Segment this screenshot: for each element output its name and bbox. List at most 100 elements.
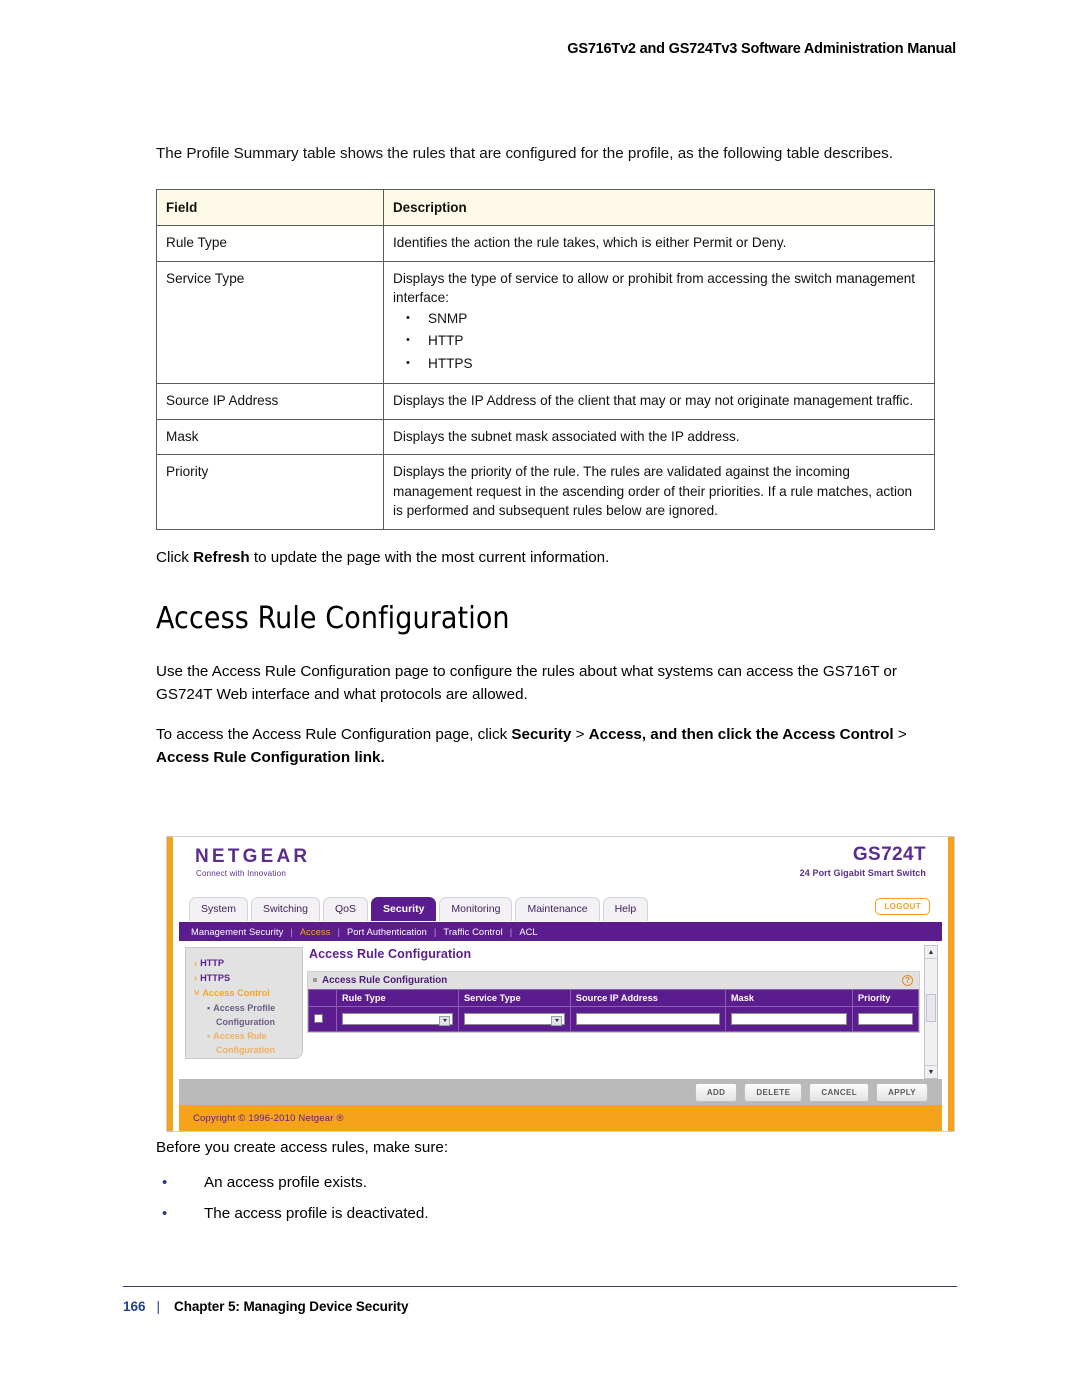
sidebar-label-https: HTTPS	[200, 973, 231, 983]
netgear-logo: NETGEAR	[195, 846, 311, 867]
cell-row-checkbox	[308, 1006, 337, 1032]
grid-header-source-ip: Source IP Address	[569, 989, 726, 1007]
table-header-row: Field Description	[156, 188, 935, 226]
table-row: Rule Type Identifies the action the rule…	[156, 225, 935, 262]
refresh-note: Click Refresh to update the page with th…	[156, 547, 956, 570]
grid-header-service-type: Service Type	[457, 989, 571, 1007]
priority-input[interactable]	[857, 1013, 913, 1025]
sidebar-label-access-control: Access Control	[202, 988, 270, 998]
list-item: The access profile is deactivated.	[156, 1198, 956, 1229]
refresh-bold: Refresh	[193, 548, 250, 566]
sidebar-item-access-profile-configuration[interactable]: ▪ Access Profile	[207, 1001, 302, 1015]
tab-security[interactable]: Security	[370, 897, 437, 921]
cell-field: Source IP Address	[156, 383, 384, 420]
screenshot-frame: NETGEAR Connect with Innovation GS724T 2…	[167, 837, 954, 1131]
prerequisite-lead: Before you create access rules, make sur…	[156, 1139, 449, 1156]
sidebar-item-http[interactable]: › HTTP	[194, 956, 302, 971]
cancel-button[interactable]: CANCEL	[809, 1082, 870, 1102]
vertical-scrollbar[interactable]: ▲ ▼	[924, 945, 938, 1079]
sidebar-sub-line2-rule[interactable]: Configuration	[216, 1043, 302, 1057]
tab-monitoring[interactable]: Monitoring	[439, 897, 513, 921]
cell-description: Displays the subnet mask associated with…	[383, 418, 935, 455]
content-page-title: Access Rule Configuration	[309, 947, 472, 961]
tab-system[interactable]: System	[189, 897, 249, 921]
tab-qos[interactable]: QoS	[322, 897, 368, 921]
device-model-subtitle: 24 Port Gigabit Smart Switch	[799, 868, 926, 878]
tab-help[interactable]: Help	[602, 897, 649, 921]
grid-header-rule-type: Rule Type	[335, 989, 459, 1007]
refresh-pre: Click	[156, 548, 194, 566]
table-body: Rule Type Identifies the action the rule…	[156, 225, 935, 530]
content-area: Access Rule Configuration Access Rule Co…	[307, 945, 920, 1081]
mask-input[interactable]	[730, 1013, 847, 1025]
tab-switching[interactable]: Switching	[251, 897, 320, 921]
cell-field: Rule Type	[156, 225, 384, 262]
tab-maintenance[interactable]: Maintenance	[515, 897, 600, 921]
refresh-post: to update the page with the most current…	[249, 548, 610, 566]
cell-field: Mask	[156, 418, 384, 455]
column-header-field: Field	[156, 188, 384, 226]
bullet-item: HTTPS	[393, 352, 925, 376]
chapter-title: Chapter 5: Managing Device Security	[174, 1299, 409, 1314]
help-icon[interactable]: ?	[902, 975, 913, 986]
subnav-separator: |	[337, 926, 340, 937]
column-header-description: Description	[383, 188, 935, 226]
footer-divider	[123, 1286, 957, 1287]
scroll-up-icon[interactable]: ▲	[925, 946, 937, 959]
app-banner: NETGEAR Connect with Innovation GS724T 2…	[179, 837, 942, 893]
service-type-select[interactable]	[463, 1013, 565, 1026]
grid-header-mask: Mask	[724, 989, 853, 1007]
brand-tagline: Connect with Innovation	[196, 869, 286, 878]
scroll-down-icon[interactable]: ▼	[925, 1065, 937, 1078]
sidebar-item-https[interactable]: › HTTPS	[194, 971, 302, 986]
cell-mask	[724, 1006, 853, 1032]
subnav-separator: |	[290, 926, 293, 937]
chevron-right-icon: ›	[194, 958, 198, 968]
apply-button[interactable]: APPLY	[876, 1082, 928, 1102]
row-select-checkbox[interactable]	[314, 1014, 323, 1024]
sidebar-label-http: HTTP	[200, 958, 225, 968]
sidebar-sub-line2-profile[interactable]: Configuration	[216, 1015, 302, 1029]
cell-description: Displays the priority of the rule. The r…	[383, 454, 935, 530]
subnav-access[interactable]: Access	[300, 927, 331, 937]
source-ip-input[interactable]	[575, 1013, 720, 1025]
running-header: GS716Tv2 and GS724Tv3 Software Administr…	[567, 41, 956, 57]
description-text: Displays the type of service to allow or…	[393, 270, 916, 306]
subnav-port-authentication[interactable]: Port Authentication	[347, 927, 427, 937]
nav-bold-security: Security	[511, 726, 572, 743]
netgear-ui-screenshot: NETGEAR Connect with Innovation GS724T 2…	[166, 836, 955, 1132]
grid-header-priority: Priority	[851, 989, 920, 1007]
sidebar-item-access-control[interactable]: ˅ Access Control	[194, 986, 302, 1001]
chevron-right-icon: ›	[194, 973, 198, 983]
nav-bold-link: Access Rule Configuration link.	[156, 749, 385, 766]
cell-priority	[851, 1006, 920, 1032]
sidebar-item-access-rule-configuration[interactable]: ▪ Access Rule	[207, 1029, 302, 1043]
delete-button[interactable]: DELETE	[744, 1082, 803, 1102]
subnav-acl[interactable]: ACL	[519, 927, 537, 937]
section-heading: Access Rule Configuration	[156, 601, 510, 636]
field-description-table: Field Description Rule Type Identifies t…	[156, 188, 935, 530]
cell-source-ip	[569, 1006, 726, 1032]
access-rule-panel: Access Rule Configuration ? Rule Type Se…	[307, 971, 920, 1033]
subnav-traffic-control[interactable]: Traffic Control	[443, 927, 502, 937]
drag-grip-icon	[313, 978, 317, 982]
page-number: 166	[123, 1299, 146, 1314]
secondary-nav-bar: Management Security | Access | Port Auth…	[179, 922, 942, 941]
cell-description: Displays the type of service to allow or…	[383, 260, 935, 384]
vertical-scroll-thumb[interactable]	[926, 994, 936, 1022]
chevron-down-icon: ˅	[194, 988, 200, 998]
body-column: The Profile Summary table shows the rule…	[156, 143, 956, 769]
nav-bold-access: Access, and then click the Access Contro…	[588, 726, 894, 743]
square-bullet-icon: ▪	[207, 1031, 211, 1041]
add-button[interactable]: ADD	[694, 1082, 738, 1102]
sidebar-sub-label-line1: Access Profile	[213, 1003, 276, 1013]
subnav-management-security[interactable]: Management Security	[191, 927, 283, 937]
bullet-item: SNMP	[393, 307, 925, 331]
rule-type-select[interactable]	[341, 1013, 453, 1026]
nav-gt-1: >	[571, 726, 589, 743]
cell-field: Service Type	[156, 260, 384, 384]
primary-tab-bar: System Switching QoS Security Monitoring…	[179, 893, 942, 922]
service-type-bullets: SNMP HTTP HTTPS	[393, 307, 925, 376]
table-row: Service Type Displays the type of servic…	[156, 260, 935, 384]
logout-button[interactable]: LOGOUT	[875, 898, 930, 915]
